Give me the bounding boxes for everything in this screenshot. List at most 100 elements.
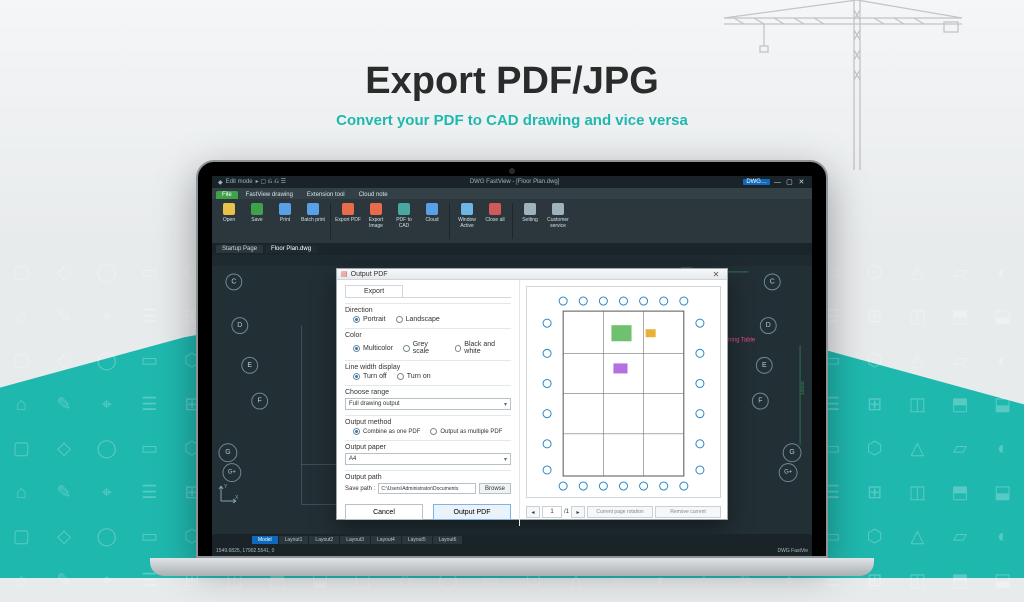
multiple-pdf-radio[interactable]: Output as multiple PDF [430,428,502,435]
linewidth-on-radio[interactable]: Turn on [397,373,431,380]
ribbon-tab-fastview-drawing[interactable]: FastView drawing [240,191,299,199]
save-button[interactable]: Save [244,201,270,241]
edit-mode-indicator[interactable]: Edit mode [226,179,253,185]
status-bar: 1549.6825, 17902.5541, 0 DWG FastVie [212,545,812,556]
bw-radio[interactable]: Black and white [455,341,511,355]
landscape-radio[interactable]: Landscape [396,316,440,323]
dialog-tabstrip: Export [345,284,511,298]
browse-button[interactable]: Browse [479,483,511,494]
app-screen: ◆ Edit mode ▸ ▢ ⎌ ⎌ ☰ DWG FastView - [Fl… [212,176,812,556]
layout-tabs: ModelLayout1Layout2Layout3Layout4Layout5… [212,534,812,545]
svg-text:F: F [758,398,762,405]
paper-select[interactable]: A4 [345,453,511,465]
path-group: Output path Save path : C:\Users\Adminis… [345,470,511,494]
svg-text:E: E [247,362,252,369]
window-maximize-button[interactable]: ▢ [785,179,794,186]
svg-text:G+: G+ [784,470,793,476]
window-title: DWG FastView - [Floor Plan.dwg] [470,179,560,185]
linewidth-group: Line width display Turn off Turn on [345,360,511,380]
export-pdf-button[interactable]: Export PDF [335,201,361,241]
pdf-icon: ▤ [341,270,348,278]
color-group: Color Multicolor Grey scale Black and wh… [345,328,511,355]
layout-tab[interactable]: Layout6 [433,536,463,544]
ribbon-tab-extension-tool[interactable]: Extension tool [301,191,351,199]
output-pdf-button[interactable]: Output PDF [433,504,511,520]
next-page-button[interactable]: ▸ [571,506,585,518]
batch-print-button[interactable]: Batch print [300,201,326,241]
svg-text:F: F [258,398,262,405]
export-tab[interactable]: Export [345,285,403,297]
portrait-radio[interactable]: Portrait [353,316,386,323]
cancel-button[interactable]: Cancel [345,504,423,520]
dialog-close-button[interactable]: ✕ [709,269,723,279]
window-minimize-button[interactable]: — [773,179,782,186]
svg-text:D: D [766,322,771,329]
grid-bubbles-right: C D E F G G+ [752,274,801,482]
setting-button[interactable]: Setting [517,201,543,241]
greyscale-radio[interactable]: Grey scale [403,341,445,355]
laptop-base [150,558,874,576]
dialog-title: Output PDF [351,271,388,278]
page-total: /1 [564,509,569,515]
method-group: Output method Combine as one PDF Output … [345,415,511,435]
headline: Export PDF/JPG [0,60,1024,103]
dwg-badge[interactable]: DWG… [743,179,770,185]
svg-text:G: G [789,449,794,456]
svg-text:10000: 10000 [800,381,806,395]
customer-service-button[interactable]: Customer service [545,201,571,241]
status-right: DWG FastVie [778,548,808,554]
ribbon-toolbar: OpenSavePrintBatch print Export PDFExport… [212,199,812,243]
ribbon-tab-strip: FileFastView drawingExtension toolCloud … [212,188,812,199]
window-titlebar: ◆ Edit mode ▸ ▢ ⎌ ⎌ ☰ DWG FastView - [Fl… [212,176,812,188]
ucs-icon: YX [218,482,240,504]
layout-tab[interactable]: Layout1 [279,536,309,544]
svg-text:X: X [235,495,239,501]
remove-current-button[interactable]: Remove current [655,506,721,518]
close-all-button[interactable]: Close all [482,201,508,241]
app-logo-icon: ◆ [218,179,223,186]
cloud-button[interactable]: Cloud [419,201,445,241]
svg-text:C: C [231,278,236,285]
svg-text:C: C [770,278,775,285]
svg-text:G: G [225,449,230,456]
grid-bubbles-left: C D E F G G+ [219,274,268,482]
layout-tab[interactable]: Layout2 [309,536,339,544]
current-page-rotation-button[interactable]: Current page rotation [587,506,653,518]
svg-text:G+: G+ [228,470,237,476]
svg-text:E: E [762,362,767,369]
layout-tab[interactable]: Layout5 [402,536,432,544]
layout-tab[interactable]: Model [252,536,278,544]
subheadline: Convert your PDF to CAD drawing and vice… [0,112,1024,129]
multicolor-radio[interactable]: Multicolor [353,345,393,352]
laptop-frame: ◆ Edit mode ▸ ▢ ⎌ ⎌ ☰ DWG FastView - [Fl… [196,160,828,558]
linewidth-off-radio[interactable]: Turn off [353,373,387,380]
svg-text:Y: Y [224,484,228,490]
preview-page-nav: ◂ 1 /1 ▸ Current page rotation Remove cu… [526,504,721,520]
range-group: Choose range Full drawing output [345,385,511,410]
combine-one-radio[interactable]: Combine as one PDF [353,428,420,435]
paper-group: Output paper A4 [345,440,511,465]
print-button[interactable]: Print [272,201,298,241]
direction-group: Direction Portrait Landscape [345,303,511,323]
export-image-button[interactable]: Export Image [363,201,389,241]
doc-tab[interactable]: Startup Page [216,245,263,253]
document-tabs: Startup PageFloor Plan.dwg [212,243,812,255]
pdf-to-cad-button[interactable]: PDF to CAD [391,201,417,241]
svg-text:D: D [237,322,242,329]
open-button[interactable]: Open [216,201,242,241]
prev-page-button[interactable]: ◂ [526,506,540,518]
ribbon-tab-file[interactable]: File [216,191,238,199]
range-select[interactable]: Full drawing output [345,398,511,410]
window-close-button[interactable]: ✕ [797,179,806,186]
pdf-preview [526,286,721,498]
layout-tab[interactable]: Layout3 [340,536,370,544]
doc-tab[interactable]: Floor Plan.dwg [265,245,317,253]
save-path-input[interactable]: C:\Users\Administrator\Documents [378,483,476,494]
ribbon-tab-cloud-note[interactable]: Cloud note [353,191,394,199]
cursor-coords: 1549.6825, 17902.5541, 0 [216,548,274,554]
layout-tab[interactable]: Layout4 [371,536,401,544]
window-active-button[interactable]: Window Active [454,201,480,241]
output-pdf-dialog: ▤Output PDF ✕ Export Direction Portrait … [336,268,728,520]
page-number-input[interactable]: 1 [542,506,562,518]
dialog-titlebar[interactable]: ▤Output PDF ✕ [337,269,727,280]
